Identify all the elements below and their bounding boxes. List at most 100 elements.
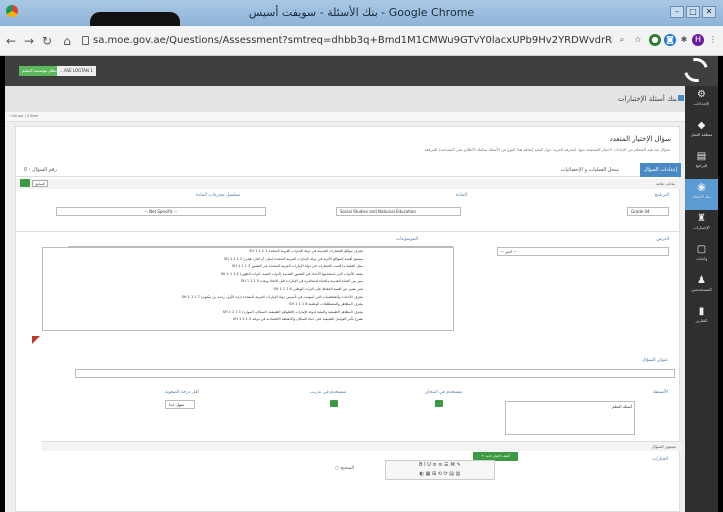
general-data-bar: بيانات عامة السابق <box>16 179 681 189</box>
topbar-button-green[interactable]: نظام مؤسسة التعليم <box>19 66 60 76</box>
sidebar-item-label: البرامج <box>695 163 708 168</box>
home-icon[interactable]: ⌂ <box>60 34 74 48</box>
window-titlebar: بنك الأسئلة - سويفت أسيس - Google Chrome… <box>0 0 723 26</box>
puzzle-icon[interactable]: ✱ <box>678 34 690 46</box>
app-logo <box>679 53 713 87</box>
sidebar: ⚙ الإعدادات ◆ منطقة العمل ▤ البرامج ◉ بنك ال… <box>685 86 718 512</box>
sidebar-item-workspace[interactable]: ◆ منطقة العمل <box>685 117 718 148</box>
used-in-training-toggle[interactable] <box>330 400 338 407</box>
prev-button[interactable]: السابق <box>32 180 49 187</box>
page-header: بنك أسئلة الإختبارات <box>5 86 685 114</box>
zoom-icon[interactable]: ⌕ <box>616 34 628 46</box>
lesson-label: الدرس <box>656 237 669 242</box>
program-select[interactable]: Grade 04 <box>627 207 669 216</box>
app-topbar: نظام مؤسسة التعليم ...ASE LOGTAN 1 <box>5 53 718 87</box>
form-subtitle: سؤال يعد فيه المتعلم من الإجابات لاختيار… <box>424 147 671 152</box>
tab-history[interactable]: سجل العمليات و الإحصائيات <box>557 163 623 177</box>
reload-icon[interactable]: ↻ <box>40 34 54 48</box>
question-title-input[interactable] <box>75 369 675 378</box>
list-item[interactable]: SH 1 1 1 3 يمثل القصة ما قامت الحضارات ف… <box>43 263 453 271</box>
maximize-button[interactable]: □ <box>686 6 700 18</box>
correct-radio[interactable]: ○ الصحيح <box>335 466 354 471</box>
editor-toolbar[interactable]: B I U ≡ ≡ ☰ ⌘ ✎ ◐ ▦ ⊞ ⟲ ⟳ ▤ ▥ <box>385 460 495 480</box>
expand-button[interactable] <box>20 179 30 187</box>
difficulty-value: سهل جدا <box>169 402 185 407</box>
back-icon[interactable]: ← <box>4 34 18 48</box>
sidebar-item-reports[interactable]: ▮ التقارير <box>685 303 718 334</box>
programs-icon: ▤ <box>696 151 707 162</box>
sidebar-item-label: الإعدادات <box>693 101 710 106</box>
topics-tree[interactable]: SH 1 1 1 1 يتعرف مواقع الحضارات القديمة … <box>42 247 454 331</box>
list-item[interactable]: SH 1 1 1 8 يتعرف المظاهر والمصطلحات الوط… <box>43 301 453 309</box>
lock-icon[interactable] <box>82 36 89 45</box>
list-item[interactable]: SH 1 1 1 2 يستنتج أهمية المواقع الأثرية … <box>43 256 453 264</box>
exams-icon: ♜ <box>697 213 706 224</box>
page-title: بنك أسئلة الإختبارات <box>618 95 677 103</box>
spec-select[interactable]: -- Not Specific -- <box>56 207 266 216</box>
question-title-label: عنوان السؤال <box>642 358 668 363</box>
sidebar-item-label: الإختبارات <box>693 225 710 230</box>
sidebar-item-homework[interactable]: ▢ واجبات <box>685 241 718 272</box>
window-title: بنك الأسئلة - سويفت أسيس - Google Chrome <box>248 6 475 19</box>
extension-icon[interactable]: ● <box>649 34 661 46</box>
sidebar-item-label: بنك الأسئلة <box>692 194 711 199</box>
list-item[interactable]: SH 1 1 1 5 يميز بين الحياة القديمة والحي… <box>43 278 453 286</box>
topbar-button-user[interactable]: ...ASE LOGTAN 1 <box>57 66 96 76</box>
users-icon: ♟ <box>697 275 706 286</box>
list-item[interactable]: SH 1 2 1 2 يشرح تأثير العوامل الطبيعية ع… <box>43 316 453 324</box>
content-label: محتوى السؤال <box>651 444 676 449</box>
menu-icon[interactable]: ⋮ <box>707 34 719 46</box>
bank-icon <box>678 95 684 101</box>
sidebar-item-programs[interactable]: ▤ البرامج <box>685 148 718 179</box>
used-in-exam-toggle[interactable] <box>435 400 443 407</box>
topics-label: الموضوعات <box>396 237 418 242</box>
spec-value: -- Not Specific -- <box>144 209 178 214</box>
list-item[interactable]: SH 1 1 1 6 يعبر بتعبير عن أهمية الحفاظ ع… <box>43 286 453 294</box>
address-bar: ← → ↻ ⌂ sa.moe.gov.ae/Questions/Assessme… <box>0 26 723 56</box>
tab-question-settings[interactable]: إعدادات السؤال <box>639 163 681 177</box>
question-number: رقم السؤال : 0 <box>24 167 57 173</box>
sidebar-item-exams[interactable]: ♜ الإختبارات <box>685 210 718 241</box>
minimize-button[interactable]: – <box>670 6 684 18</box>
breadcrumb-text[interactable]: › bill par | 0 item <box>9 114 38 118</box>
used-in-exam-label: مستخدم في امتحان <box>425 390 463 395</box>
lesson-select[interactable]: -- اختر -- <box>497 247 669 256</box>
required-marker <box>32 336 40 344</box>
reports-icon: ▮ <box>698 306 705 317</box>
sidebar-item-question-bank[interactable]: ◉ بنك الأسئلة <box>685 179 718 210</box>
activities-value: أسئلة التعلم <box>612 404 632 409</box>
sidebar-item-label: واجبات <box>695 256 708 261</box>
list-item[interactable]: SH 1 1 1 1 يتعرف مواقع الحضارات القديمة … <box>43 248 453 256</box>
subject-label: المادة <box>456 193 467 198</box>
url-input[interactable]: sa.moe.gov.ae/Questions/Assessment?smtre… <box>93 35 613 46</box>
question-bank-icon: ◉ <box>697 182 706 193</box>
subject-value: Social Studies and National Education <box>340 209 416 214</box>
activities-box[interactable]: أسئلة التعلم <box>505 401 635 435</box>
star-icon[interactable]: ☆ <box>632 34 644 46</box>
extension-2-icon[interactable]: ◙ <box>664 34 676 46</box>
close-button[interactable]: ✕ <box>702 6 716 18</box>
sidebar-item-label: منطقة العمل <box>690 132 713 137</box>
difficulty-label: أقل درجة الصعوبة <box>165 390 199 395</box>
used-in-training-label: مستخدم في تدريب <box>310 390 347 395</box>
program-value: Grade 04 <box>631 209 650 214</box>
breadcrumb: › bill par | 0 item <box>5 112 685 122</box>
forward-icon[interactable]: → <box>22 34 36 48</box>
sidebar-item-settings[interactable]: ⚙ الإعدادات <box>685 86 718 117</box>
list-item[interactable]: SH 1 2 1 1 يتعرف المظاهر الطبيعية والبيئ… <box>43 309 453 317</box>
program-label: البرنامج <box>654 193 669 198</box>
workspace-icon: ◆ <box>697 120 706 131</box>
difficulty-select[interactable]: سهل جدا <box>165 400 195 409</box>
sidebar-item-users[interactable]: ♟ المستخدمين <box>685 272 718 303</box>
lesson-value: -- اختر -- <box>501 249 517 254</box>
list-item[interactable]: SH 1 1 1 4 يصف الأدوات التي استخدمها الأ… <box>43 271 453 279</box>
form-title: سؤال الإختيار المتعدد <box>609 135 671 143</box>
options-label: الخيارات <box>652 457 668 462</box>
subject-select[interactable]: Social Studies and National Education <box>336 207 461 216</box>
spec-label: تسلسل مخرجات المادة <box>196 193 241 198</box>
profile-avatar[interactable]: H <box>692 34 704 46</box>
general-data-label: بيانات عامة <box>656 181 675 186</box>
homework-icon: ▢ <box>696 244 707 255</box>
web-page: نظام مؤسسة التعليم ...ASE LOGTAN 1 بنك أ… <box>5 53 718 512</box>
list-item[interactable]: SH 1 1 1 7 يتعرف الأحداث والشخصيات التي … <box>43 294 453 302</box>
